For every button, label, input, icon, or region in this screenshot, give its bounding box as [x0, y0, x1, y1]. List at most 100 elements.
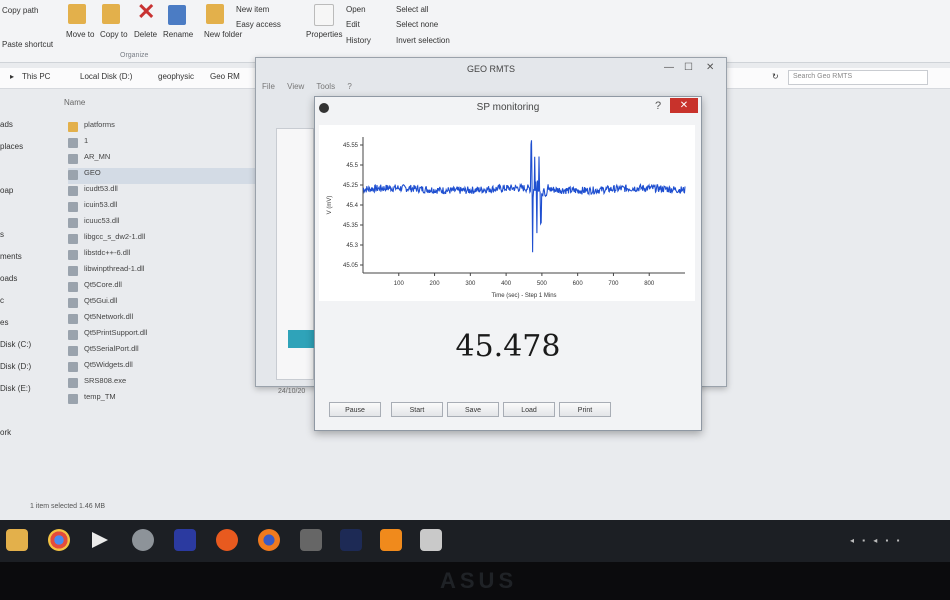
file-row[interactable]: 1 [68, 136, 258, 152]
move-to-icon[interactable] [68, 4, 86, 24]
nav-item[interactable]: ork [0, 428, 60, 450]
print-button[interactable]: Print [559, 402, 611, 417]
file-row[interactable]: Qt5Gui.dll [68, 296, 258, 312]
file-row[interactable]: platforms [68, 120, 258, 136]
history-button[interactable]: History [346, 36, 371, 45]
nav-item[interactable]: es [0, 318, 60, 340]
nav-item[interactable] [0, 406, 60, 428]
file-row[interactable]: libgcc_s_dw2-1.dll [68, 232, 258, 248]
chrome-icon[interactable] [48, 529, 70, 551]
menu-tools[interactable]: Tools [316, 82, 335, 91]
nav-item[interactable]: Disk (E:) [0, 384, 60, 406]
save-button[interactable]: Save [447, 402, 499, 417]
copy-path-button[interactable]: Copy path [2, 6, 38, 15]
file-row[interactable]: Qt5Widgets.dll [68, 360, 258, 376]
nav-item[interactable]: s [0, 230, 60, 252]
close-icon[interactable]: ✕ [706, 62, 714, 73]
file-row[interactable]: icudt53.dll [68, 184, 258, 200]
breadcrumb-local-disk[interactable]: Local Disk (D:) [80, 72, 132, 81]
nav-item[interactable]: ads [0, 120, 60, 142]
screen: Copy path Paste shortcut Move to Copy to… [0, 0, 950, 520]
search-input[interactable]: Search Geo RMTS [788, 70, 928, 85]
menu-view[interactable]: View [287, 82, 304, 91]
maximize-icon[interactable]: ☐ [684, 62, 693, 73]
minimize-icon[interactable]: — [664, 62, 674, 73]
file-row[interactable]: SRS808.exe [68, 376, 258, 392]
file-row[interactable]: libwinpthread-1.dll [68, 264, 258, 280]
file-row[interactable]: GEO [68, 168, 258, 184]
invert-selection-button[interactable]: Invert selection [396, 36, 450, 45]
file-row[interactable]: AR_MN [68, 152, 258, 168]
file-icon [68, 266, 78, 276]
nav-item[interactable]: places [0, 142, 60, 164]
nav-item[interactable]: oads [0, 274, 60, 296]
rename-label[interactable]: Rename [163, 30, 193, 39]
rename-icon[interactable] [168, 5, 186, 25]
file-row[interactable]: Qt5Network.dll [68, 312, 258, 328]
file-name: Qt5Network.dll [84, 312, 134, 321]
load-button[interactable]: Load [503, 402, 555, 417]
firefox-icon[interactable] [258, 529, 280, 551]
copy-to-label[interactable]: Copy to [100, 30, 128, 39]
cyan-indicator [288, 330, 314, 348]
calculator-icon[interactable] [300, 529, 322, 551]
file-explorer-icon[interactable] [6, 529, 28, 551]
close-icon[interactable]: ✕ [670, 98, 698, 113]
menu-file[interactable]: File [262, 82, 275, 91]
g-app-icon[interactable] [380, 529, 402, 551]
properties-icon[interactable] [314, 4, 334, 26]
easy-access-button[interactable]: Easy access [236, 20, 281, 29]
nav-item[interactable]: ments [0, 252, 60, 274]
edit-button[interactable]: Edit [346, 20, 360, 29]
file-row[interactable]: Qt5Core.dll [68, 280, 258, 296]
geo-rmts-icon[interactable] [420, 529, 442, 551]
nav-item[interactable] [0, 164, 60, 186]
start-button[interactable]: Start [391, 402, 443, 417]
open-button[interactable]: Open [346, 5, 366, 14]
y-tick-label: 45.25 [343, 183, 359, 189]
move-to-label[interactable]: Move to [66, 30, 94, 39]
nav-item[interactable]: Disk (C:) [0, 340, 60, 362]
paste-shortcut-button[interactable]: Paste shortcut [2, 40, 53, 49]
select-none-button[interactable]: Select none [396, 20, 438, 29]
file-row[interactable]: Qt5SerialPort.dll [68, 344, 258, 360]
copy-to-icon[interactable] [102, 4, 120, 24]
breadcrumb-geo-rm[interactable]: Geo RM [210, 72, 240, 81]
folder-icon: ▸ [10, 72, 15, 81]
wmp-icon[interactable] [174, 529, 196, 551]
breadcrumb-geophysic[interactable]: geophysic [158, 72, 194, 81]
new-item-button[interactable]: New item [236, 5, 269, 14]
properties-label[interactable]: Properties [306, 30, 342, 39]
file-name: platforms [84, 120, 115, 129]
file-icon [68, 298, 78, 308]
nav-item[interactable]: Disk (D:) [0, 362, 60, 384]
nav-item[interactable]: oap [0, 186, 60, 208]
file-row[interactable]: Qt5PrintSupport.dll [68, 328, 258, 344]
sp-line-chart: 100 200 300 400 500 600 700 800 45.55 45.5 45.25 45… [327, 137, 686, 299]
file-name: Qt5PrintSupport.dll [84, 328, 148, 337]
system-tray[interactable]: ◂ ▪ ◂ ▪ ▪ [850, 536, 902, 545]
select-all-button[interactable]: Select all [396, 5, 428, 14]
y-tick-label: 45.35 [343, 223, 359, 229]
new-folder-icon[interactable] [206, 4, 224, 24]
media-player-icon[interactable] [88, 529, 110, 551]
help-icon[interactable]: ? [655, 100, 661, 112]
hdd-icon[interactable] [132, 529, 154, 551]
pause-button[interactable]: Pause [329, 402, 381, 417]
file-icon [68, 154, 78, 164]
menu-help[interactable]: ? [347, 82, 351, 91]
delete-label[interactable]: Delete [134, 30, 157, 39]
delete-icon[interactable]: ✕ [137, 1, 155, 23]
new-folder-label[interactable]: New folder [204, 30, 242, 39]
orange-app-icon[interactable] [216, 529, 238, 551]
nav-item[interactable]: c [0, 296, 60, 318]
file-row[interactable]: icuin53.dll [68, 200, 258, 216]
file-row[interactable]: libstdc++-6.dll [68, 248, 258, 264]
nav-item[interactable] [0, 208, 60, 230]
column-header-name[interactable]: Name [64, 98, 85, 107]
file-row[interactable]: temp_TM [68, 392, 258, 408]
refresh-icon[interactable]: ↻ [772, 72, 779, 81]
file-row[interactable]: icuuc53.dll [68, 216, 258, 232]
breadcrumb-this-pc[interactable]: This PC [22, 72, 50, 81]
ipt-app-icon[interactable] [340, 529, 362, 551]
